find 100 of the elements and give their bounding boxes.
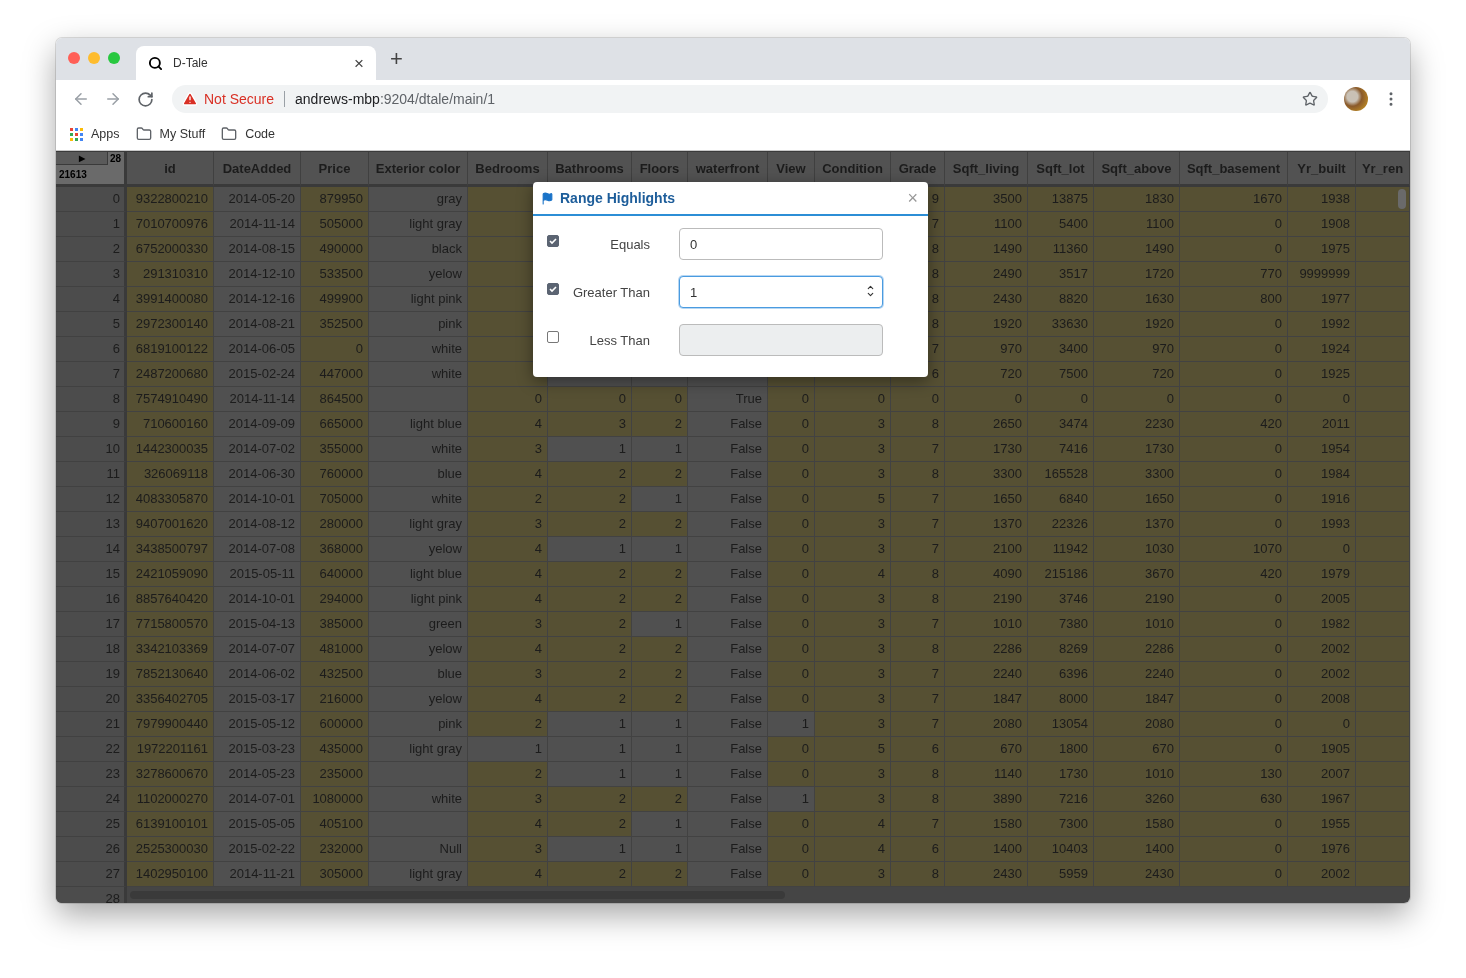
tab-close-button[interactable]: × xyxy=(354,54,364,72)
table-cell: 7216 xyxy=(1028,787,1094,812)
browser-tab[interactable]: D-Tale × xyxy=(136,46,376,80)
table-cell: 2430 xyxy=(945,862,1028,887)
table-cell: 5 xyxy=(815,487,891,512)
filter-label: Less Than xyxy=(588,332,650,348)
table-cell: 8857640420 xyxy=(127,587,214,612)
table-cell: 2 xyxy=(468,712,548,737)
table-cell: 5400 xyxy=(1028,212,1094,237)
table-cell: 2080 xyxy=(945,712,1028,737)
table-cell: 2190 xyxy=(1094,587,1180,612)
table-cell: 1580 xyxy=(945,812,1028,837)
input-field[interactable]: 0 xyxy=(679,228,883,260)
table-cell: 3991400080 xyxy=(127,287,214,312)
bookmark-link[interactable]: My Stuff xyxy=(135,126,206,142)
table-cell: 8820 xyxy=(1028,287,1094,312)
table-cell: 8269 xyxy=(1028,637,1094,662)
checkbox[interactable] xyxy=(547,331,559,343)
reload-icon[interactable] xyxy=(136,90,154,108)
table-cell: 1847 xyxy=(1094,687,1180,712)
table-cell: 8000 xyxy=(1028,687,1094,712)
table-cell: 720 xyxy=(945,362,1028,387)
table-cell: 13875 xyxy=(1028,187,1094,212)
back-icon[interactable] xyxy=(72,90,90,108)
table-cell: 0 xyxy=(1180,387,1288,412)
security-label[interactable]: Not Secure xyxy=(204,91,275,107)
close-button[interactable]: × xyxy=(907,189,918,207)
table-cell: 0 xyxy=(768,662,815,687)
table-cell: 7416 xyxy=(1028,437,1094,462)
address-bar[interactable]: Not Secure andrews-mbp:9204/dtale/main/1 xyxy=(172,85,1328,113)
table-cell: 3 xyxy=(815,462,891,487)
table-cell: 294000 xyxy=(301,587,369,612)
table-cell: 7300 xyxy=(1028,812,1094,837)
table-cell: 864500 xyxy=(301,387,369,412)
table-cell: 3 xyxy=(815,687,891,712)
table-cell: 0 xyxy=(768,412,815,437)
table-cell: 435000 xyxy=(301,737,369,762)
table-cell: 216000 xyxy=(301,687,369,712)
table-cell: 1925 xyxy=(1288,362,1356,387)
table-cell: 0 xyxy=(1180,662,1288,687)
table-cell: 3746 xyxy=(1028,587,1094,612)
checkbox[interactable] xyxy=(547,283,559,295)
vertical-scrollbar[interactable] xyxy=(1398,189,1406,209)
table-cell: 33630 xyxy=(1028,312,1094,337)
bookmark-link[interactable]: Apps xyxy=(70,127,120,141)
table-cell: 0 xyxy=(768,512,815,537)
table-cell: 760000 xyxy=(301,462,369,487)
window-close-button[interactable] xyxy=(68,52,80,64)
table-cell: 3260 xyxy=(1094,787,1180,812)
table-cell: 0 xyxy=(1180,312,1288,337)
bookmark-star-icon[interactable] xyxy=(1302,91,1318,107)
table-cell: 1916 xyxy=(1288,487,1356,512)
table-cell: 1979 xyxy=(1288,562,1356,587)
forward-icon[interactable] xyxy=(104,90,122,108)
table-cell: 2 xyxy=(548,687,632,712)
table-cell: 0 xyxy=(1288,387,1356,412)
bookmark-link[interactable]: Code xyxy=(221,126,275,142)
table-cell: 1847 xyxy=(945,687,1028,712)
table-cell: 1650 xyxy=(945,487,1028,512)
table-cell: 8 xyxy=(891,637,945,662)
table-cell: 2 xyxy=(548,462,632,487)
new-tab-button[interactable]: + xyxy=(390,48,403,70)
table-cell: 2 xyxy=(468,487,548,512)
table-cell: 0 xyxy=(1180,712,1288,737)
table-cell: 2 xyxy=(632,687,688,712)
table-cell: 1010 xyxy=(1094,762,1180,787)
table-cell: 2 xyxy=(548,662,632,687)
table-cell: 3517 xyxy=(1028,262,1094,287)
table-cell: 0 xyxy=(768,537,815,562)
table-cell: 8 xyxy=(891,862,945,887)
folder-icon xyxy=(135,126,152,142)
table-cell: 3670 xyxy=(1094,562,1180,587)
table-cell: 4 xyxy=(815,812,891,837)
table-cell: 1924 xyxy=(1288,337,1356,362)
spinner-icon[interactable] xyxy=(866,283,875,299)
table-cell: 0 xyxy=(1180,612,1288,637)
table-cell: 2 xyxy=(632,862,688,887)
table-cell: 3356402705 xyxy=(127,687,214,712)
table-cell: 1140 xyxy=(945,762,1028,787)
table-cell: 3 xyxy=(815,587,891,612)
table-cell: 770 xyxy=(1180,262,1288,287)
table-cell: 5959 xyxy=(1028,862,1094,887)
checkbox[interactable] xyxy=(547,235,559,247)
table-cell: 2490 xyxy=(945,262,1028,287)
table-cell: 2 xyxy=(548,612,632,637)
table-cell: 2 xyxy=(632,462,688,487)
table-cell: 1938 xyxy=(1288,187,1356,212)
table-cell: 2100 xyxy=(945,537,1028,562)
table-cell: 232000 xyxy=(301,837,369,862)
apps-grid-icon xyxy=(70,127,83,141)
menu-toggle[interactable]: ▶ xyxy=(56,152,108,165)
profile-avatar[interactable] xyxy=(1344,87,1368,111)
table-cell: 3438500797 xyxy=(127,537,214,562)
table-cell: 1730 xyxy=(945,437,1028,462)
table-cell: 4 xyxy=(468,812,548,837)
table-cell: 1993 xyxy=(1288,512,1356,537)
folder-icon xyxy=(221,126,238,142)
table-cell: 6 xyxy=(891,837,945,862)
number-field[interactable]: 1 xyxy=(679,276,883,308)
table-cell: 1370 xyxy=(945,512,1028,537)
